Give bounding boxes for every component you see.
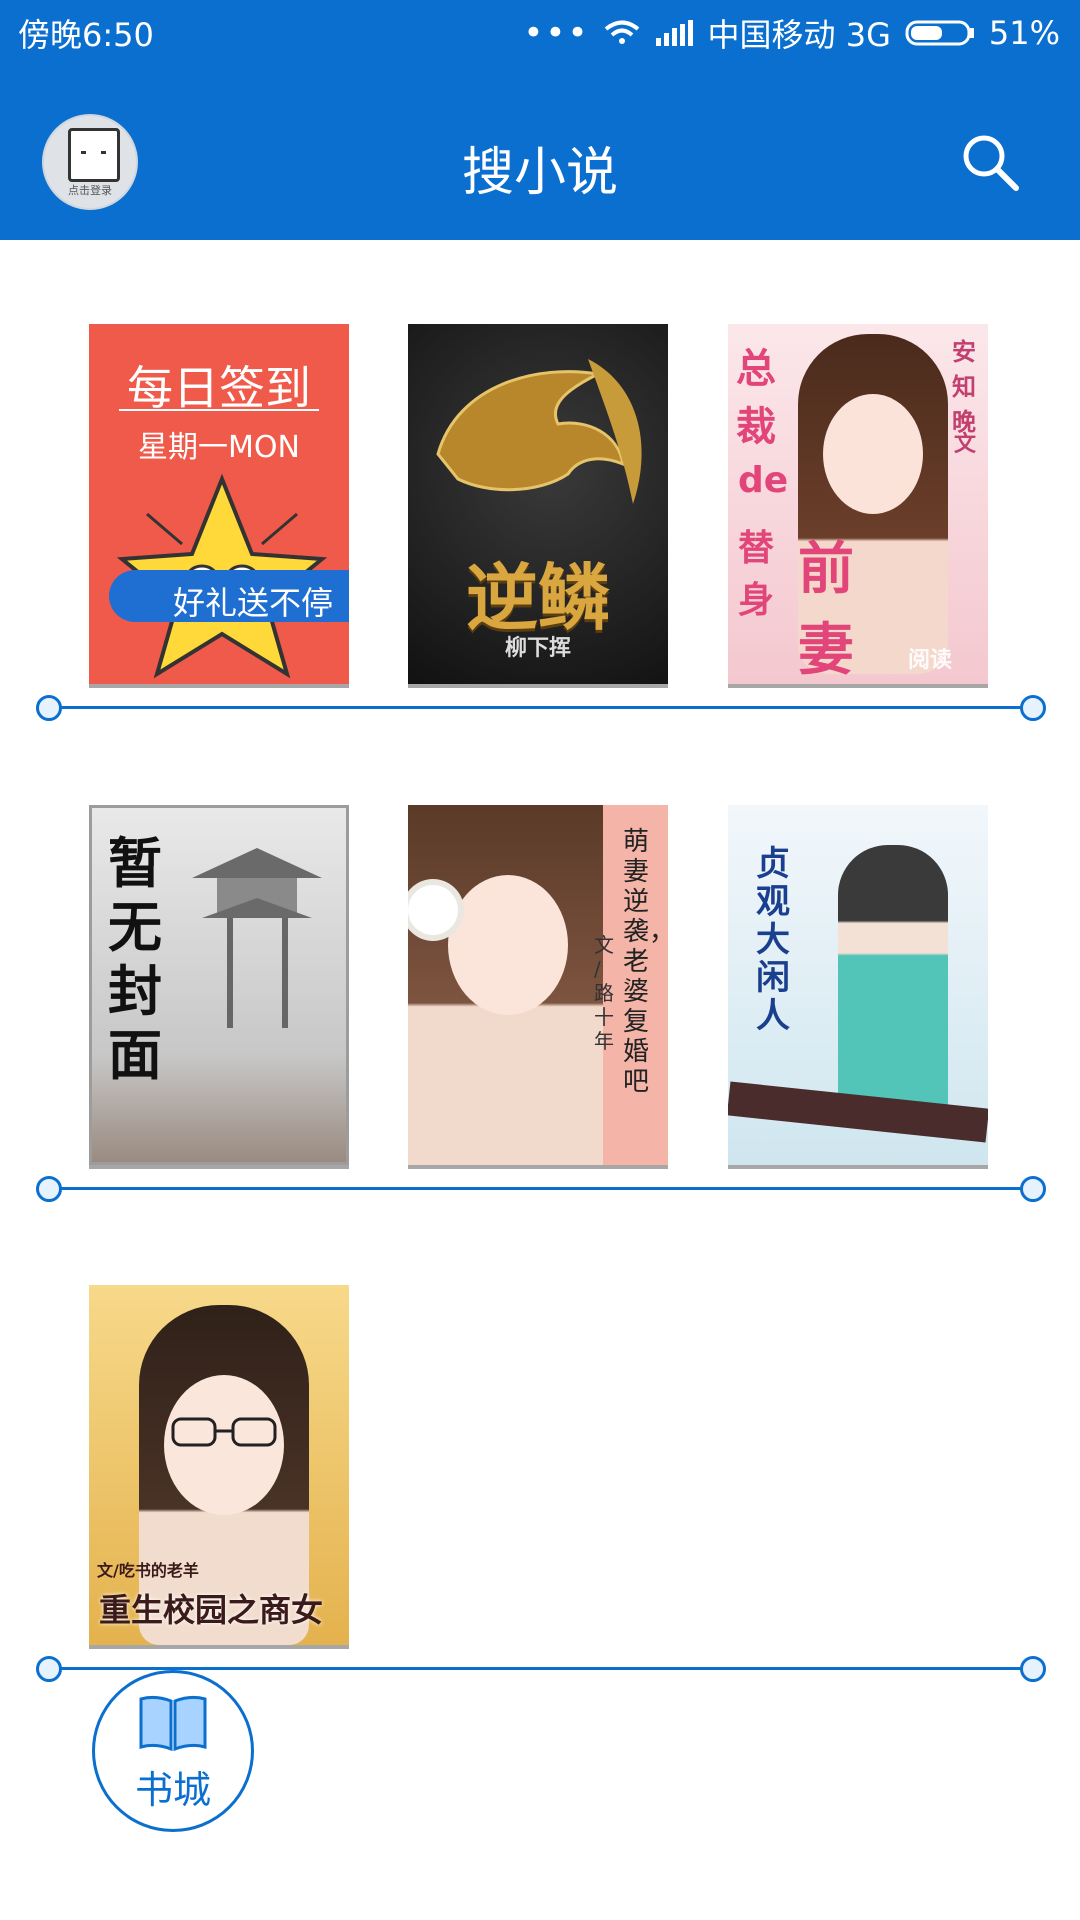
book-author-nilin: 柳下挥 <box>504 636 571 661</box>
bookstore-button[interactable]: 书城 <box>92 1670 254 1832</box>
shelf-divider-left-knob <box>36 1656 62 1682</box>
status-time: 傍晚6:50 <box>18 16 154 54</box>
cover-author: 安知晚 <box>952 338 976 436</box>
book-card-zongcai[interactable]: 总裁 de 替身 前妻 安知晚 文 阅读 <box>728 324 988 684</box>
no-cover-text: 暂无封面 <box>108 832 162 1087</box>
book-card-nilin[interactable]: 逆鳞 柳下挥 <box>408 324 668 684</box>
cover-author-chongsheng: 文/吃书的老羊 <box>97 1561 199 1580</box>
cover-text-qianqi: 前妻 <box>798 537 854 683</box>
cover-title-mengqi: 萌妻逆袭，老婆复婚吧 <box>623 827 668 1097</box>
cover-author-suffix: 文 <box>954 432 977 457</box>
shelf-divider-left-knob <box>36 695 62 721</box>
shelf-divider <box>48 1667 1032 1670</box>
cover-illustration <box>838 845 948 1115</box>
book-card-zhenguan[interactable]: 贞观大闲人 <box>728 805 988 1165</box>
cover-text-de: de <box>738 460 789 501</box>
glasses-icon <box>171 1417 277 1447</box>
cover-title-chongsheng: 重生校园之商女 <box>99 1591 324 1629</box>
wifi-icon <box>604 20 639 44</box>
shelf-divider <box>48 706 1032 709</box>
shelf-divider-right-knob <box>1020 1656 1046 1682</box>
book-card-chongsheng[interactable]: 文/吃书的老羊 重生校园之商女 <box>89 1285 349 1645</box>
page-title: 搜小说 <box>461 143 618 203</box>
shelf-divider <box>48 1187 1032 1190</box>
dragon-emblem-icon <box>436 359 642 504</box>
search-icon[interactable] <box>960 132 1020 192</box>
book-card-no-cover[interactable]: 暂无封面 <box>89 805 349 1165</box>
shelf-divider-right-knob <box>1020 695 1046 721</box>
cover-text-tishen: 替身 <box>738 528 775 621</box>
shelf-divider-left-knob <box>36 1176 62 1202</box>
pavilion-image-icon <box>192 848 322 1028</box>
status-right: ••• 中国移动 3G 51% <box>523 10 1060 56</box>
status-bar: 傍晚6:50 ••• 中国移动 3G 51% <box>0 0 1080 64</box>
cover-publisher: 阅读 <box>908 648 953 673</box>
book-card-mengqi[interactable]: 萌妻逆袭，老婆复婚吧 文 / 路十年 <box>408 805 668 1165</box>
signin-day: 星期一MON <box>138 430 300 465</box>
battery-percent: 51% <box>988 14 1060 52</box>
book-card-signin[interactable]: 每日签到 星期一MON 好礼送不停 <box>89 324 349 684</box>
cover-face <box>823 394 923 514</box>
battery-icon <box>905 20 974 46</box>
cover-author-mengqi: 文 / 路十年 <box>594 933 614 1053</box>
cover-text-zongcai: 总裁 <box>736 346 776 450</box>
more-dots-icon: ••• <box>523 13 590 53</box>
flower-icon <box>408 885 458 935</box>
cover-face <box>448 875 568 1015</box>
shelf-divider-right-knob <box>1020 1176 1046 1202</box>
signin-banner-text: 好礼送不停 <box>173 584 334 622</box>
open-book-icon <box>139 1695 207 1752</box>
bookstore-label: 书城 <box>134 1768 211 1812</box>
carrier-label: 中国移动 3G <box>707 16 891 54</box>
book-title-nilin: 逆鳞 <box>465 556 610 640</box>
app-bar: 点击登录 搜小说 <box>0 64 1080 240</box>
cover-title-zhenguan: 贞观大闲人 <box>756 844 790 1036</box>
signal-icon <box>655 20 693 46</box>
